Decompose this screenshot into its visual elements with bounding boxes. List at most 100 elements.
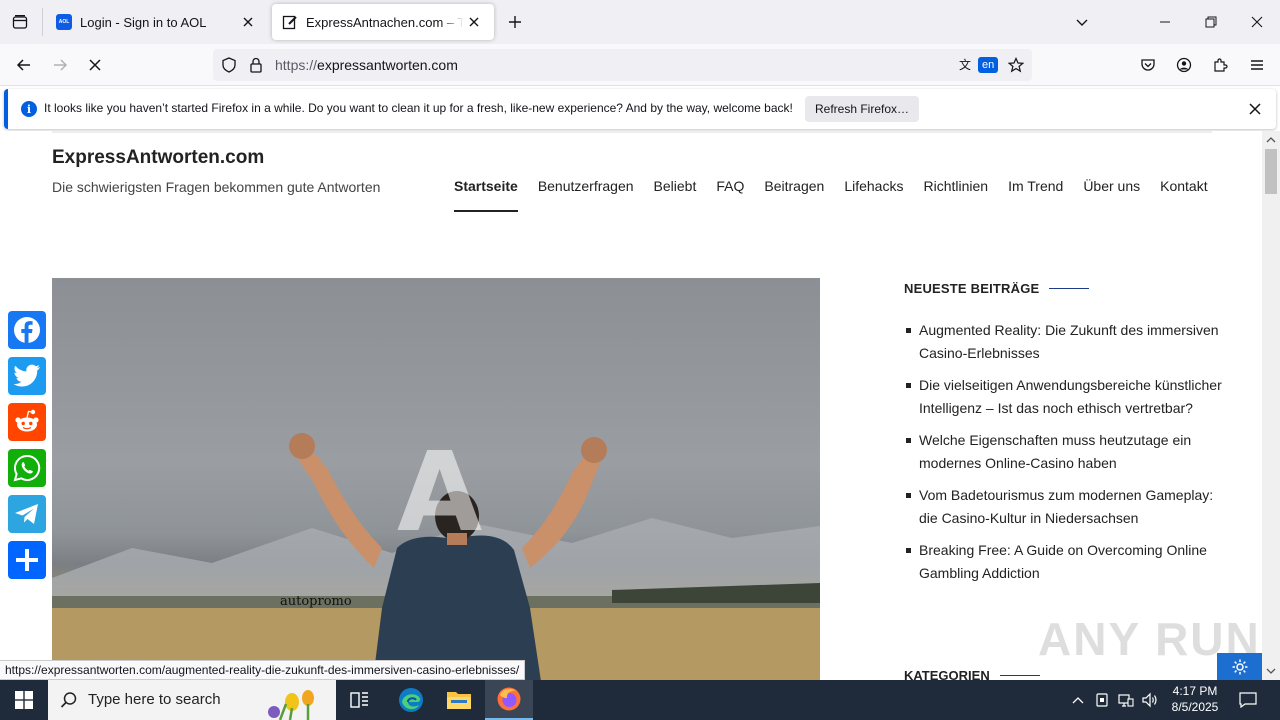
whatsapp-share-button[interactable] (8, 449, 46, 487)
flowers-icon (268, 690, 314, 720)
svg-text:文: 文 (959, 57, 971, 72)
translate-icon: 文 (959, 57, 971, 72)
lock-icon (250, 57, 262, 73)
telegram-icon (15, 504, 38, 524)
menu-item-beliebt[interactable]: Beliebt (654, 178, 697, 212)
edit-favicon (282, 15, 297, 30)
tracking-protection-button[interactable] (219, 55, 239, 75)
scroll-up-icon[interactable] (1262, 133, 1280, 147)
menu-item-faq[interactable]: FAQ (716, 178, 744, 212)
reddit-icon (15, 409, 39, 432)
tab-aol-login[interactable]: AOL Login - Sign in to AOL (46, 4, 268, 40)
url-host: expressantworten.com (317, 57, 458, 73)
translate-button[interactable]: 文 en (959, 55, 999, 75)
recent-post-link[interactable]: Die vielseitigen Anwendungsbereiche küns… (904, 374, 1224, 419)
site-title[interactable]: ExpressAntworten.com (52, 147, 264, 169)
chevron-up-icon (1072, 697, 1084, 704)
close-window-button[interactable] (1234, 0, 1280, 44)
new-tab-button[interactable] (503, 10, 527, 34)
bookmark-button[interactable] (1006, 55, 1026, 75)
windows-taskbar: Type here to search 4:17 PM 8/5/2025 (0, 680, 1280, 720)
refresh-firefox-button[interactable]: Refresh Firefox… (805, 96, 920, 122)
facebook-icon (14, 317, 40, 343)
menu-item-benutzerfragen[interactable]: Benutzerfragen (538, 178, 634, 212)
shield-icon (222, 57, 236, 73)
menu-item-startseite[interactable]: Startseite (454, 178, 518, 212)
notification-close-button[interactable] (1244, 98, 1266, 120)
network-tray-button[interactable] (1116, 680, 1136, 720)
chevron-down-icon (1076, 19, 1088, 26)
recent-post-link[interactable]: Welche Eigenschaften muss heutzutage ein… (904, 429, 1224, 474)
tab-close-button[interactable] (464, 12, 484, 32)
device-tray-button[interactable] (1092, 680, 1112, 720)
task-view-button[interactable] (336, 680, 384, 720)
arrow-right-icon (54, 59, 68, 71)
tab-divider (42, 8, 43, 36)
account-button[interactable] (1169, 50, 1199, 80)
main-menu: Startseite Benutzerfragen Beliebt FAQ Be… (454, 178, 1208, 212)
minimize-icon (1160, 21, 1170, 23)
menu-item-im-trend[interactable]: Im Trend (1008, 178, 1063, 212)
forward-button[interactable] (45, 50, 75, 80)
page-scrollbar[interactable] (1262, 131, 1280, 680)
firefox-app-button[interactable] (485, 680, 533, 720)
file-explorer-button[interactable] (435, 680, 483, 720)
facebook-share-button[interactable] (8, 311, 46, 349)
scroll-thumb[interactable] (1265, 149, 1277, 194)
firefox-view-icon (12, 15, 28, 29)
url-text[interactable]: https://expressantworten.com (275, 57, 458, 73)
telegram-share-button[interactable] (8, 495, 46, 533)
search-icon (60, 692, 77, 708)
menu-item-ueber-uns[interactable]: Über uns (1083, 178, 1140, 212)
tab-close-button[interactable] (238, 12, 258, 32)
taskbar-clock[interactable]: 4:17 PM 8/5/2025 (1160, 683, 1230, 715)
menu-item-kontakt[interactable]: Kontakt (1160, 178, 1207, 212)
restore-button[interactable] (1188, 0, 1234, 44)
pocket-button[interactable] (1133, 50, 1163, 80)
share-button[interactable] (8, 541, 46, 579)
account-icon (1176, 57, 1192, 73)
menu-item-lifehacks[interactable]: Lifehacks (844, 178, 903, 212)
page-viewport: ExpressAntworten.com Die schwierigsten F… (0, 131, 1262, 680)
pocket-icon (1141, 59, 1155, 71)
navigation-toolbar: https://expressantworten.com 文 en (0, 44, 1280, 86)
extensions-button[interactable] (1205, 50, 1235, 80)
link-status-url: https://expressantworten.com/augmented-r… (0, 660, 526, 680)
firefox-icon (497, 687, 521, 711)
tab-expressantworten[interactable]: ExpressAntnachen.com – The m (272, 4, 494, 40)
notification-icon (1239, 692, 1257, 708)
twitter-share-button[interactable] (8, 357, 46, 395)
categories-heading: KATEGORIEN (904, 668, 1040, 680)
list-all-tabs-button[interactable] (1070, 10, 1094, 34)
recent-post-link[interactable]: Breaking Free: A Guide on Overcoming Onl… (904, 539, 1224, 584)
taskbar-search-box[interactable]: Type here to search (48, 680, 336, 720)
translate-language-badge: en (978, 57, 999, 73)
clock-date: 8/5/2025 (1171, 700, 1219, 714)
recent-post-link[interactable]: Vom Badetourismus zum modernen Gameplay:… (904, 484, 1224, 529)
minimize-button[interactable] (1142, 0, 1188, 44)
volume-tray-button[interactable] (1140, 680, 1160, 720)
settings-button[interactable] (1217, 653, 1262, 680)
hamburger-icon (1251, 60, 1263, 70)
start-button[interactable] (0, 680, 48, 720)
featured-post-image[interactable]: A autopromo (52, 278, 820, 680)
speaker-icon (1142, 692, 1157, 708)
stop-loading-button[interactable] (80, 50, 110, 80)
close-icon (1251, 16, 1263, 28)
site-info-button[interactable] (246, 55, 266, 75)
hero-letter: A (397, 428, 483, 556)
reddit-share-button[interactable] (8, 403, 46, 441)
action-center-button[interactable] (1234, 680, 1262, 720)
menu-item-richtlinien[interactable]: Richtlinien (923, 178, 988, 212)
menu-item-beitragen[interactable]: Beitragen (764, 178, 824, 212)
firefox-view-button[interactable] (6, 8, 34, 36)
app-menu-button[interactable] (1242, 50, 1272, 80)
stop-icon (89, 59, 101, 71)
scroll-down-icon[interactable] (1262, 664, 1280, 678)
recent-post-link[interactable]: Augmented Reality: Die Zukunft des immer… (904, 319, 1224, 364)
back-button[interactable] (9, 50, 39, 80)
show-hidden-icons-button[interactable] (1068, 680, 1088, 720)
edge-app-button[interactable] (387, 680, 435, 720)
address-bar[interactable]: https://expressantworten.com 文 en (213, 49, 1032, 81)
star-icon (1008, 57, 1024, 73)
